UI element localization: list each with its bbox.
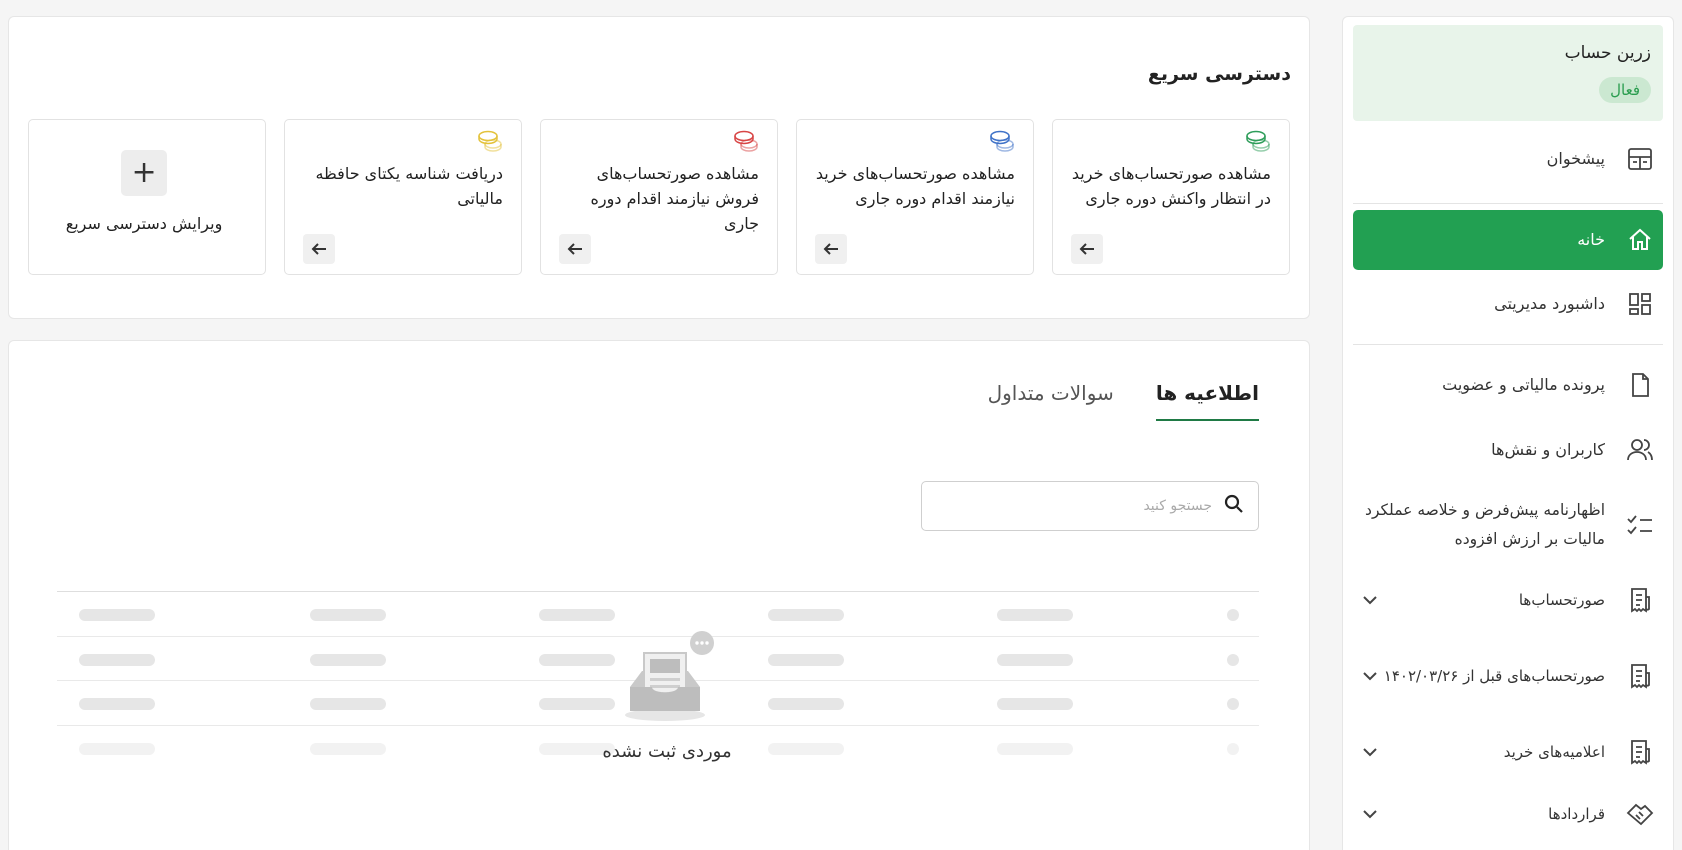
skeleton-bar	[997, 653, 1073, 666]
quick-access-panel: دسترسی سریع مشاهده صورتحساب‌های خرید در …	[8, 16, 1310, 319]
skeleton-bar	[79, 653, 155, 666]
chevron-down-icon[interactable]	[1357, 801, 1383, 827]
arrow-left-icon[interactable]	[559, 234, 591, 264]
status-badge: فعال	[1599, 77, 1651, 103]
skeleton-bar	[79, 742, 155, 755]
sidebar-item-management-dashboard[interactable]: داشبورد مدیریتی	[1343, 270, 1673, 338]
file-icon	[1623, 368, 1657, 402]
search-icon	[1224, 494, 1244, 518]
quick-access-cards: مشاهده صورتحساب‌های خرید در انتظار واکنش…	[28, 119, 1290, 275]
quick-access-card[interactable]: مشاهده صورتحساب‌های خرید نیازمند اقدام د…	[796, 119, 1034, 275]
card-label: مشاهده صورتحساب‌های خرید نیازمند اقدام د…	[815, 164, 1015, 208]
sidebar-item-label: پیشخوان	[1546, 148, 1605, 168]
quick-access-card[interactable]: مشاهده صورتحساب‌های خرید در انتظار واکنش…	[1052, 119, 1290, 275]
sidebar-item-pishkhan[interactable]: پیشخوان	[1343, 121, 1673, 197]
coins-icon	[477, 130, 503, 156]
empty-inbox-icon	[612, 631, 722, 731]
sidebar-item-contracts[interactable]: قراردادها	[1343, 783, 1673, 845]
search-box[interactable]	[921, 481, 1259, 531]
coins-icon	[1245, 130, 1271, 156]
sidebar-item-old-invoices[interactable]: صورتحساب‌های قبل از ۱۴۰۲/۰۳/۲۶	[1343, 631, 1673, 721]
divider	[1353, 344, 1663, 345]
skeleton-dot	[1227, 609, 1239, 621]
skeleton-bar	[79, 609, 155, 621]
arrow-left-icon[interactable]	[815, 234, 847, 264]
sidebar-item-label: صورتحساب‌های قبل از ۱۴۰۲/۰۳/۲۶	[1383, 666, 1605, 685]
sidebar: زرین حساب فعال پیشخوان خانه داشبورد مدیر…	[1342, 16, 1674, 850]
sidebar-item-label: کاربران و نقش‌ها	[1491, 439, 1605, 459]
skeleton-bar	[768, 742, 844, 755]
skeleton-bar	[310, 742, 386, 755]
sidebar-item-home[interactable]: خانه	[1353, 210, 1663, 270]
sidebar-item-label: اظهارنامه پیش‌فرض و خلاصه عملکرد مالیات …	[1365, 500, 1605, 548]
skeleton-dot	[1227, 653, 1239, 666]
edit-quick-access-card[interactable]: + ویرایش دسترسی سریع	[28, 119, 266, 275]
sidebar-item-label: اعلامیه‌های خرید	[1503, 742, 1605, 761]
skeleton-bar	[310, 698, 386, 710]
checklist-icon	[1623, 508, 1657, 542]
skeleton-bar	[768, 653, 844, 666]
edit-quick-access-label: ویرایش دسترسی سریع	[65, 214, 223, 233]
chevron-down-icon[interactable]	[1357, 663, 1383, 689]
quick-access-card[interactable]: مشاهده صورتحساب‌های فروش نیازمند اقدام د…	[540, 119, 778, 275]
divider	[1353, 203, 1663, 204]
grid-dashboard-icon	[1623, 287, 1657, 321]
skeleton-bar	[997, 698, 1073, 710]
sidebar-item-label: پرونده مالیاتی و عضویت	[1442, 374, 1605, 394]
skeleton-dot	[1227, 698, 1239, 710]
handshake-icon	[1623, 797, 1657, 831]
coins-icon	[989, 130, 1015, 156]
sidebar-item-purchase-notices[interactable]: اعلامیه‌های خرید	[1343, 721, 1673, 783]
sidebar-item-vat-declaration[interactable]: اظهارنامه پیش‌فرض و خلاصه عملکرد مالیات …	[1343, 481, 1673, 569]
card-label: دریافت شناسه یکتای حافظه مالیاتی	[315, 164, 503, 208]
search-input[interactable]	[952, 498, 1212, 514]
skeleton-bar	[310, 609, 386, 621]
tab-announcements[interactable]: اطلاعیه ها	[1155, 381, 1259, 421]
sidebar-item-label: قراردادها	[1548, 804, 1605, 823]
sidebar-item-label: صورتحساب‌ها	[1518, 590, 1605, 609]
empty-state-label: موردی ثبت نشده	[602, 741, 732, 762]
skeleton-bar	[79, 698, 155, 710]
sidebar-item-label: خانه	[1577, 229, 1605, 249]
coins-icon	[733, 130, 759, 156]
sidebar-item-label: داشبورد مدیریتی	[1494, 293, 1605, 313]
table-row	[57, 591, 1259, 636]
news-panel: اطلاعیه ها سوالات متداول جستجو کنید مورد…	[8, 340, 1310, 850]
skeleton-bar	[768, 698, 844, 710]
dashboard-panel-icon	[1623, 142, 1657, 176]
tab-bar: اطلاعیه ها سوالات متداول	[988, 381, 1259, 421]
tab-faq[interactable]: سوالات متداول	[988, 381, 1114, 421]
account-card[interactable]: زرین حساب فعال	[1353, 25, 1663, 121]
arrow-left-icon[interactable]	[303, 234, 335, 264]
sidebar-item-invoices[interactable]: صورتحساب‌ها	[1343, 569, 1673, 631]
chevron-down-icon[interactable]	[1357, 587, 1383, 613]
sidebar-item-users-roles[interactable]: کاربران و نقش‌ها	[1343, 419, 1673, 481]
receipt-icon	[1623, 659, 1657, 693]
section-title: دسترسی سریع	[1147, 63, 1291, 85]
skeleton-bar	[997, 609, 1073, 621]
card-label: مشاهده صورتحساب‌های خرید در انتظار واکنش…	[1071, 164, 1271, 208]
plus-icon[interactable]: +	[121, 150, 167, 196]
skeleton-bar	[997, 742, 1073, 755]
arrow-left-icon[interactable]	[1071, 234, 1103, 264]
skeleton-bar	[768, 609, 844, 621]
account-name: زرین حساب	[1564, 43, 1651, 63]
chevron-down-icon[interactable]	[1357, 739, 1383, 765]
sidebar-item-tax-file[interactable]: پرونده مالیاتی و عضویت	[1343, 351, 1673, 419]
skeleton-bar	[539, 609, 615, 621]
users-icon	[1623, 433, 1657, 467]
receipt-icon	[1623, 735, 1657, 769]
home-icon	[1623, 223, 1657, 257]
empty-state: موردی ثبت نشده	[587, 631, 747, 762]
receipt-icon	[1623, 583, 1657, 617]
quick-access-card[interactable]: دریافت شناسه یکتای حافظه مالیاتی	[284, 119, 522, 275]
card-label: مشاهده صورتحساب‌های فروش نیازمند اقدام د…	[590, 164, 759, 233]
skeleton-bar	[310, 653, 386, 666]
skeleton-dot	[1227, 742, 1239, 755]
